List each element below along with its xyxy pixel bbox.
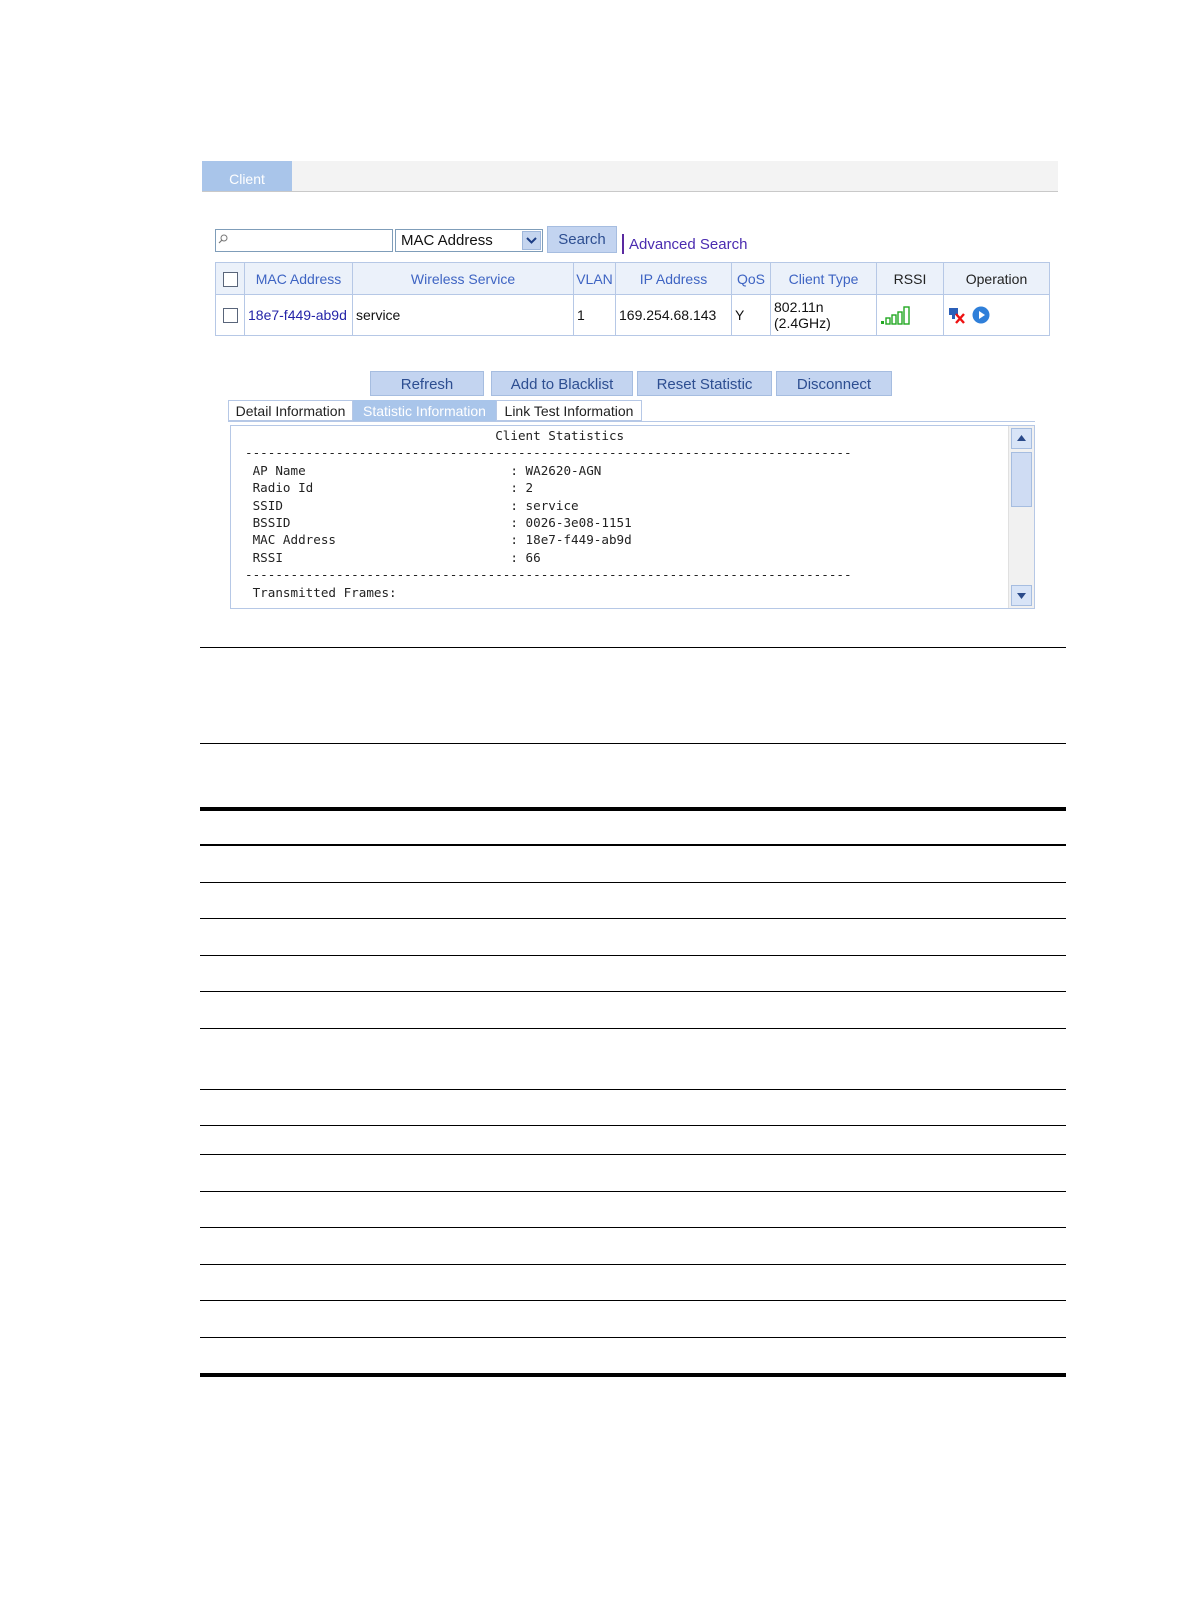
col-qos[interactable]: QoS [731, 262, 771, 295]
divider [200, 743, 1066, 744]
select-all-checkbox[interactable] [222, 271, 238, 287]
advanced-search-link[interactable]: Advanced Search [629, 236, 747, 253]
divider [200, 647, 1066, 648]
chevron-down-icon[interactable] [522, 231, 541, 250]
col-wireless-service[interactable]: Wireless Service [352, 262, 574, 295]
reset-statistic-button[interactable]: Reset Statistic [637, 371, 772, 396]
table-rule [200, 918, 1066, 919]
table-rule [200, 1227, 1066, 1228]
disconnect-client-icon[interactable] [947, 305, 967, 325]
add-to-blacklist-button[interactable]: Add to Blacklist [491, 371, 633, 396]
scroll-up-button[interactable] [1011, 428, 1032, 449]
table-rule [200, 1191, 1066, 1192]
search-input[interactable] [215, 229, 393, 252]
row-operation [943, 294, 1050, 336]
arrow-up-icon [1017, 435, 1026, 441]
table-rule [200, 1125, 1066, 1126]
filter-select-value: MAC Address [401, 232, 493, 249]
tab-link-test-information[interactable]: Link Test Information [496, 400, 642, 421]
row-vlan: 1 [573, 294, 616, 336]
search-button[interactable]: Search [547, 226, 617, 253]
row-select-cell [215, 294, 245, 336]
filter-select[interactable]: MAC Address [395, 229, 543, 252]
row-qos: Y [731, 294, 771, 336]
row-client-type: 802.11n (2.4GHz) [770, 294, 877, 336]
arrow-down-icon [1017, 593, 1026, 599]
table-header-rule [200, 844, 1066, 846]
vertical-scrollbar[interactable] [1008, 426, 1034, 608]
table-rule [200, 991, 1066, 992]
table-rule [200, 1264, 1066, 1265]
tab-detail-information[interactable]: Detail Information [228, 400, 353, 421]
table-rule [200, 1337, 1066, 1338]
play-arrow-icon[interactable] [971, 305, 991, 325]
col-ip-address[interactable]: IP Address [615, 262, 732, 295]
client-table: MAC Address Wireless Service VLAN IP Add… [215, 262, 1050, 336]
client-type-band: (2.4GHz) [774, 315, 831, 331]
tab-client[interactable]: Client [202, 161, 292, 191]
row-wireless-service: service [352, 294, 574, 336]
table-rule [200, 1089, 1066, 1090]
table-rule [200, 882, 1066, 883]
col-client-type[interactable]: Client Type [770, 262, 877, 295]
select-all-cell [215, 262, 245, 295]
col-mac-address[interactable]: MAC Address [244, 262, 353, 295]
row-mac-address[interactable]: 18e7-f449-ab9d [244, 294, 353, 336]
disconnect-button[interactable]: Disconnect [776, 371, 892, 396]
row-checkbox[interactable] [222, 308, 238, 324]
table-row: 18e7-f449-ab9d service 1 169.254.68.143 … [215, 294, 1050, 336]
col-operation: Operation [943, 262, 1050, 295]
col-vlan[interactable]: VLAN [573, 262, 616, 295]
col-rssi: RSSI [876, 262, 944, 295]
client-statistics-panel: Client Statistics ----------------------… [230, 425, 1035, 609]
row-ip-address: 169.254.68.143 [615, 294, 732, 336]
table-rule [200, 955, 1066, 956]
table-rule [200, 1028, 1066, 1029]
scroll-thumb[interactable] [1011, 452, 1032, 507]
tab-statistic-information[interactable]: Statistic Information [353, 400, 496, 421]
table-rule [200, 1154, 1066, 1155]
signal-strength-icon [881, 305, 910, 325]
separator [622, 234, 624, 254]
scroll-down-button[interactable] [1011, 585, 1032, 606]
table-header-row: MAC Address Wireless Service VLAN IP Add… [215, 262, 1050, 295]
tab-bar [202, 161, 1058, 192]
table-rule [200, 1300, 1066, 1301]
refresh-button[interactable]: Refresh [370, 371, 484, 396]
row-rssi [876, 294, 944, 336]
client-statistics-text: Client Statistics ----------------------… [245, 428, 852, 600]
client-type-standard: 802.11n [774, 299, 824, 315]
table-bottom-rule [200, 1373, 1066, 1377]
search-icon [218, 234, 228, 244]
mac-address-link[interactable]: 18e7-f449-ab9d [248, 307, 347, 323]
table-top-rule [200, 807, 1066, 811]
